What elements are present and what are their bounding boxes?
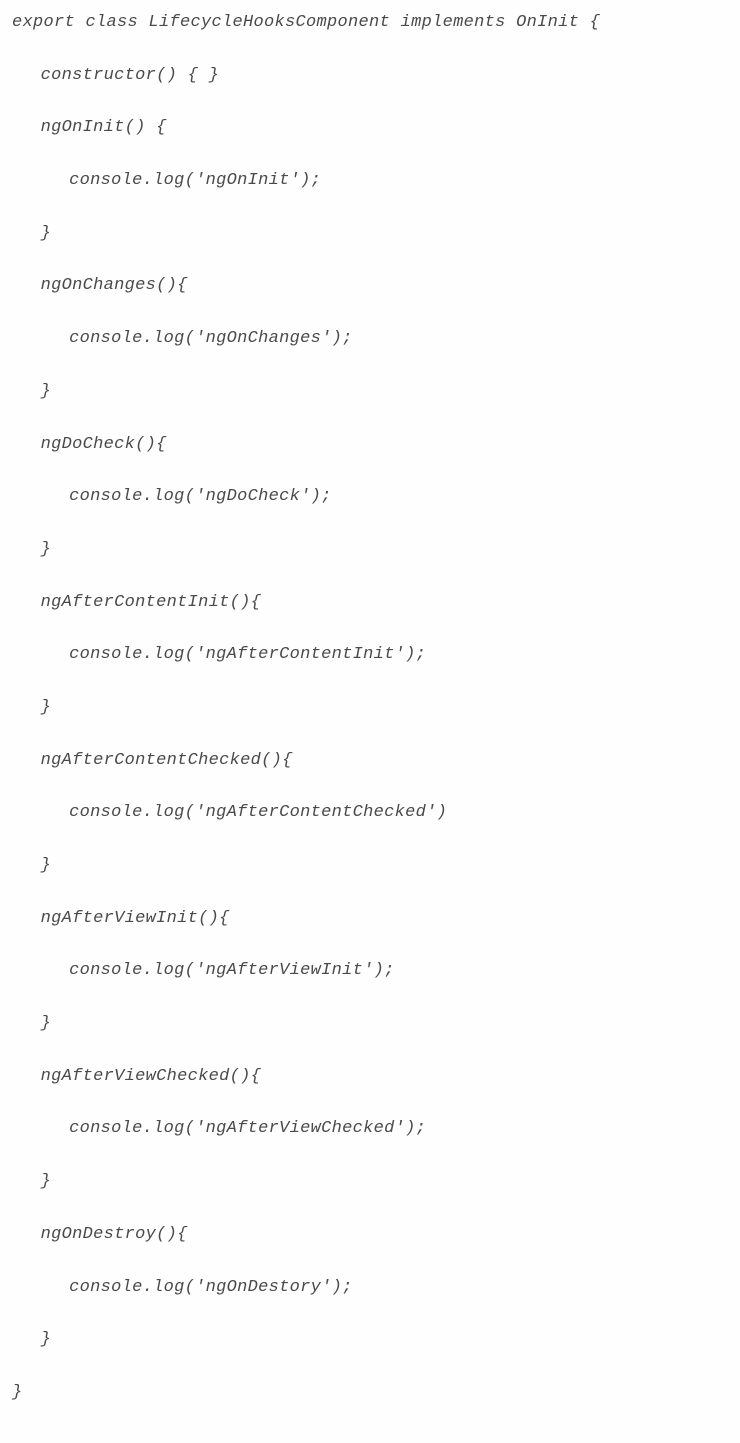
code-line: } — [12, 1380, 728, 1406]
code-line: ngAfterViewInit(){ — [12, 906, 728, 932]
code-line: } — [12, 379, 728, 405]
code-line: } — [12, 1169, 728, 1195]
code-line: ngDoCheck(){ — [12, 432, 728, 458]
code-line: console.log('ngAfterContentInit'); — [12, 642, 728, 668]
code-line: ngAfterContentInit(){ — [12, 590, 728, 616]
code-line: ngAfterContentChecked(){ — [12, 748, 728, 774]
code-line: } — [12, 853, 728, 879]
code-line: } — [12, 695, 728, 721]
code-line: } — [12, 537, 728, 563]
code-line: console.log('ngAfterViewChecked'); — [12, 1116, 728, 1142]
code-line: console.log('ngOnDestory'); — [12, 1275, 728, 1301]
code-block: export class LifecycleHooksComponent imp… — [12, 10, 728, 1433]
code-line: console.log('ngOnChanges'); — [12, 326, 728, 352]
code-line: ngOnDestroy(){ — [12, 1222, 728, 1248]
code-line: console.log('ngDoCheck'); — [12, 484, 728, 510]
code-line: } — [12, 1327, 728, 1353]
code-line: console.log('ngAfterContentChecked') — [12, 800, 728, 826]
code-line: ngOnChanges(){ — [12, 273, 728, 299]
code-line: console.log('ngOnInit'); — [12, 168, 728, 194]
code-line: } — [12, 221, 728, 247]
code-line: export class LifecycleHooksComponent imp… — [12, 10, 728, 36]
code-line: constructor() { } — [12, 63, 728, 89]
code-line: ngAfterViewChecked(){ — [12, 1064, 728, 1090]
code-line: ngOnInit() { — [12, 115, 728, 141]
code-line: } — [12, 1011, 728, 1037]
code-line: console.log('ngAfterViewInit'); — [12, 958, 728, 984]
